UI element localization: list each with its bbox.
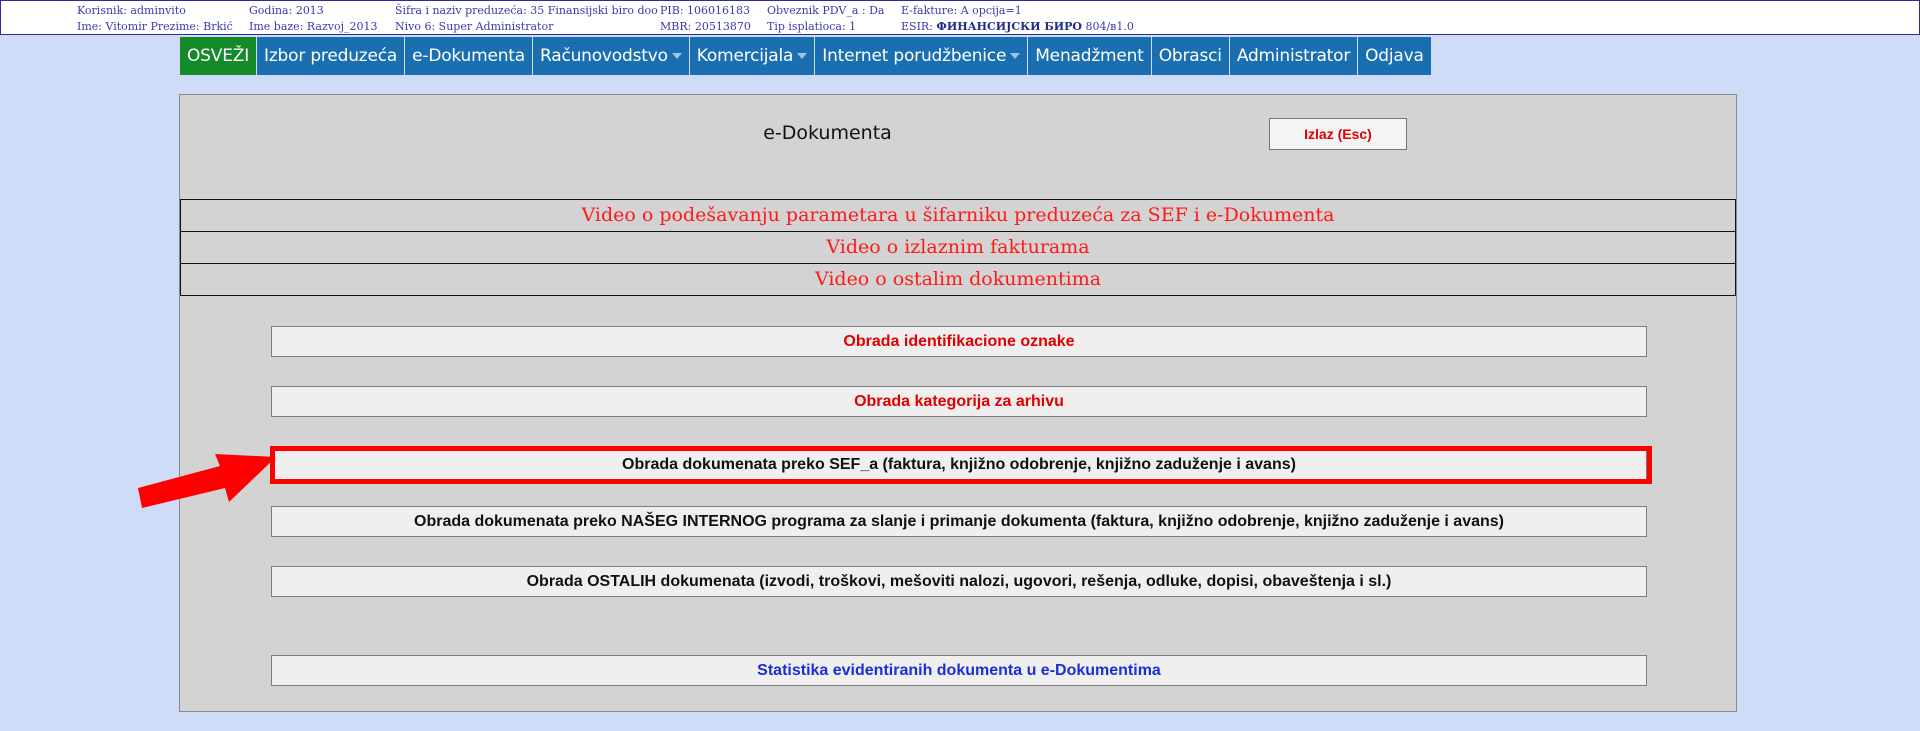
nav-izbor-preduzeca[interactable]: Izbor preduzeća	[257, 37, 406, 75]
chevron-down-icon	[1010, 53, 1021, 59]
nav-label: Odjava	[1365, 46, 1424, 66]
year-info: Godina: 2013 Ime baze: Razvoj_2013	[249, 3, 378, 35]
video-link-ostali-dokumenti[interactable]: Video o ostalim dokumentima	[180, 263, 1736, 296]
nav-menadzment[interactable]: Menadžment	[1028, 37, 1152, 75]
nav-administrator[interactable]: Administrator	[1229, 37, 1359, 75]
red-arrow-icon	[138, 454, 276, 508]
nav-racunovodstvo[interactable]: Računovodstvo	[532, 37, 690, 75]
nav-label: Komercijala	[696, 46, 794, 66]
interni-program-button[interactable]: Obrada dokumenata preko NAŠEG INTERNOG p…	[271, 506, 1647, 537]
company-info: Šifra i naziv preduzeća: 35 Finansijski …	[395, 3, 658, 35]
company-text: Šifra i naziv preduzeća: 35 Finansijski …	[395, 4, 658, 17]
video-link-izlazne-fakture[interactable]: Video o izlaznim fakturama	[180, 231, 1736, 264]
vat-info: Obveznik PDV_a : Da Tip isplatioca: 1	[767, 3, 884, 35]
nav-obrasci[interactable]: Obrasci	[1151, 37, 1230, 75]
efakture-info: E-fakture: A opcija=1 ESIR: ФИНАНСИЈСКИ …	[901, 3, 1134, 35]
arhiva-kategorije-button[interactable]: Obrada kategorija za arhivu	[271, 386, 1647, 417]
main-nav: OSVEŽI Izbor preduzeća e-Dokumenta Račun…	[180, 37, 1432, 75]
nav-label: Izbor preduzeća	[264, 46, 398, 66]
payer-type-text: Tip isplatioca: 1	[767, 20, 857, 33]
database-text: Ime baze: Razvoj_2013	[249, 20, 378, 33]
nav-label: Administrator	[1236, 46, 1351, 66]
efakture-text: E-fakture: A opcija=1	[901, 4, 1022, 17]
level-text: Nivo 6: Super Administrator	[395, 20, 554, 33]
full-name-text: Ime: Vitomir Prezime: Brkić	[77, 20, 233, 33]
nav-label: Obrasci	[1158, 46, 1222, 66]
user-info: Korisnik: adminvito Ime: Vitomir Prezime…	[77, 3, 233, 35]
mbr-text: MBR: 20513870	[660, 20, 751, 33]
nav-odjava[interactable]: Odjava	[1358, 37, 1432, 75]
sef-obrada-button[interactable]: Obrada dokumenata preko SEF_a (faktura, …	[271, 449, 1647, 480]
ostali-dokumenti-button[interactable]: Obrada OSTALIH dokumenata (izvodi, trošk…	[271, 566, 1647, 597]
session-info-bar: Korisnik: adminvito Ime: Vitomir Prezime…	[0, 0, 1920, 35]
esir-name: ФИНАНСИЈСКИ БИРО	[936, 20, 1082, 33]
exit-button[interactable]: Izlaz (Esc)	[1269, 118, 1407, 150]
tax-info: PIB: 106016183 MBR: 20513870	[660, 3, 751, 35]
nav-e-dokumenta[interactable]: e-Dokumenta	[405, 37, 533, 75]
esir-prefix: ESIR:	[901, 20, 937, 33]
video-link-parametri[interactable]: Video o podešavanju parametara u šifarni…	[180, 199, 1736, 232]
pib-text: PIB: 106016183	[660, 4, 751, 17]
year-text: Godina: 2013	[249, 4, 324, 17]
esir-version: 804/в1.0	[1081, 20, 1134, 33]
identifikacija-button[interactable]: Obrada identifikacione oznake	[271, 326, 1647, 357]
e-dokumenta-panel: e-Dokumenta Izlaz (Esc) Video o podešava…	[179, 94, 1737, 712]
vat-text: Obveznik PDV_a : Da	[767, 4, 885, 17]
nav-label: Menadžment	[1035, 46, 1144, 66]
chevron-down-icon	[671, 53, 682, 59]
chevron-down-icon	[797, 53, 808, 59]
nav-label: Računovodstvo	[539, 46, 668, 66]
username-text: Korisnik: adminvito	[77, 4, 186, 17]
nav-refresh-button[interactable]: OSVEŽI	[180, 37, 258, 75]
nav-label: Internet porudžbenice	[822, 46, 1007, 66]
esir-text: ESIR: ФИНАНСИЈСКИ БИРО 804/в1.0	[901, 19, 1134, 35]
nav-internet-porudzbenice[interactable]: Internet porudžbenice	[815, 37, 1029, 75]
statistika-button[interactable]: Statistika evidentiranih dokumenta u e-D…	[271, 655, 1647, 686]
nav-label: e-Dokumenta	[412, 46, 525, 66]
nav-komercijala[interactable]: Komercijala	[689, 37, 816, 75]
